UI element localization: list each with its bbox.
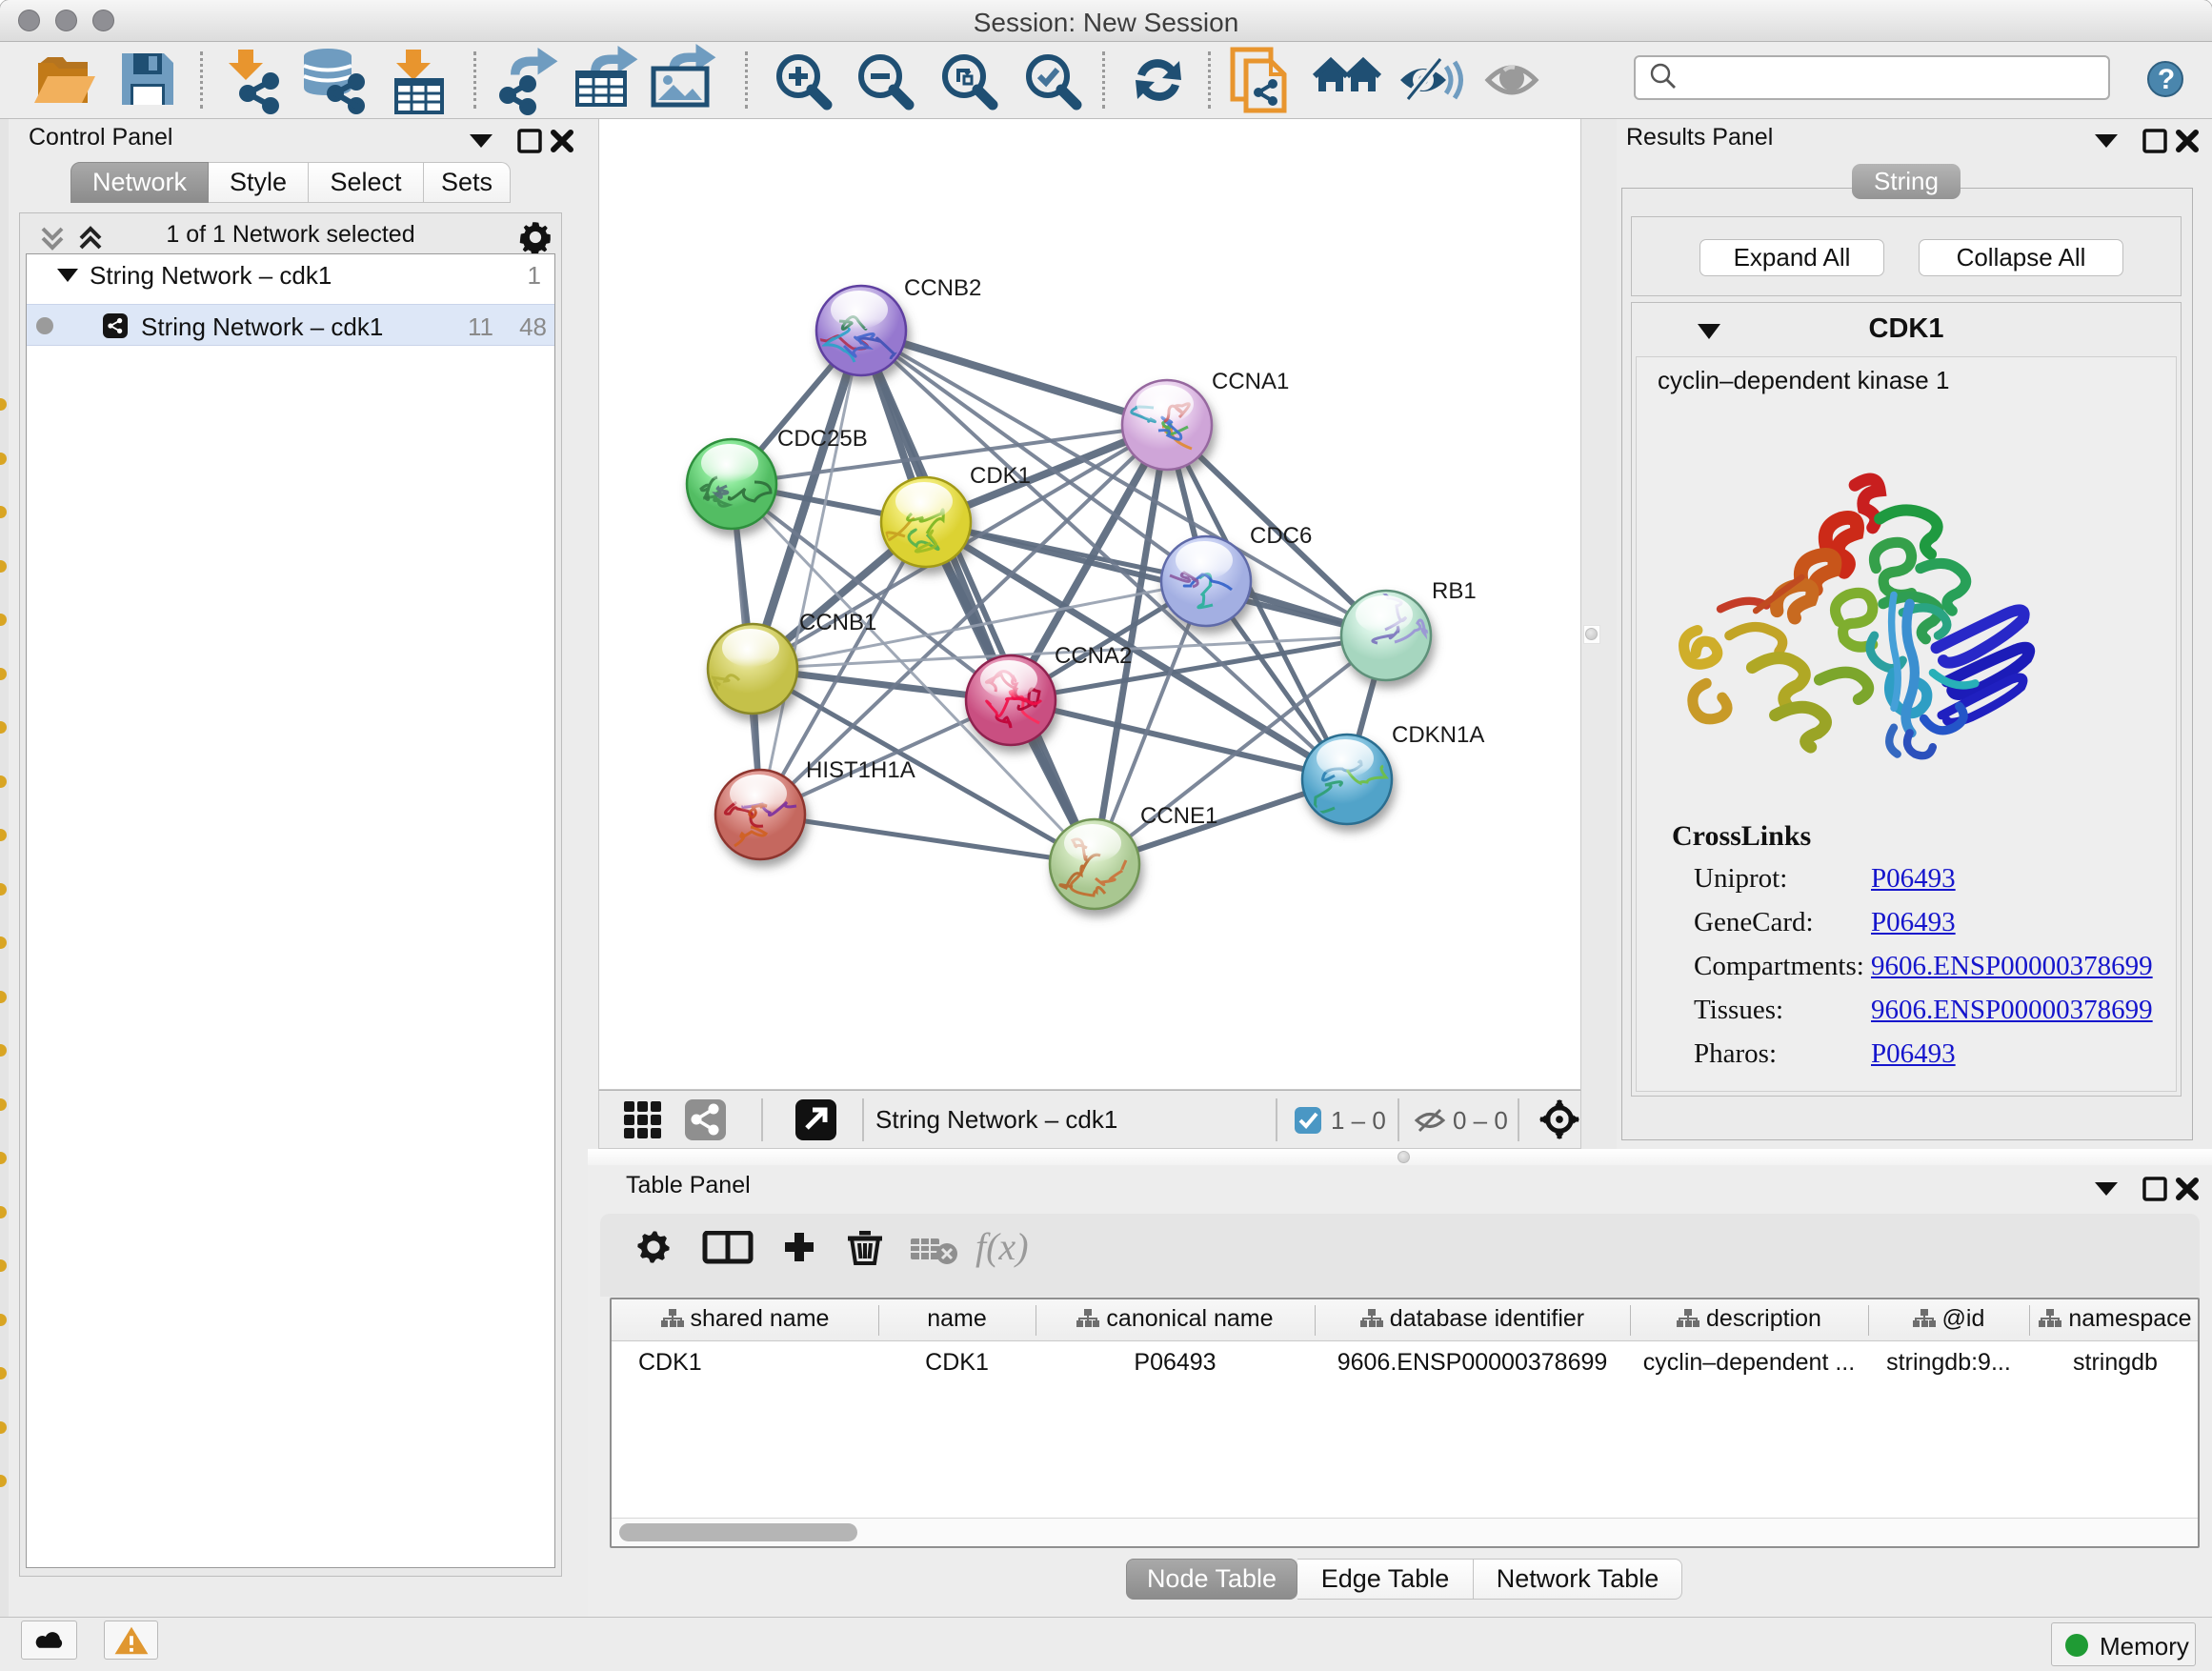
svg-text:CCNE1: CCNE1 (1140, 803, 1217, 829)
svg-text:HIST1H1A: HIST1H1A (806, 757, 915, 783)
svg-text:CCNB1: CCNB1 (799, 610, 876, 635)
svg-text:CCNB2: CCNB2 (904, 275, 981, 301)
svg-text:1 – 0: 1 – 0 (1331, 1106, 1386, 1135)
svg-text:CDK1: CDK1 (970, 463, 1031, 489)
svg-text:CCNA2: CCNA2 (1055, 643, 1132, 669)
svg-text:f(x): f(x) (975, 1231, 1029, 1268)
svg-text:CCNA1: CCNA1 (1212, 369, 1289, 394)
svg-text:CDC25B: CDC25B (777, 426, 868, 452)
svg-text:0 – 0: 0 – 0 (1453, 1106, 1508, 1135)
svg-text:CDC6: CDC6 (1250, 523, 1312, 549)
svg-text:CDKN1A: CDKN1A (1392, 722, 1484, 748)
svg-text:RB1: RB1 (1432, 578, 1477, 604)
